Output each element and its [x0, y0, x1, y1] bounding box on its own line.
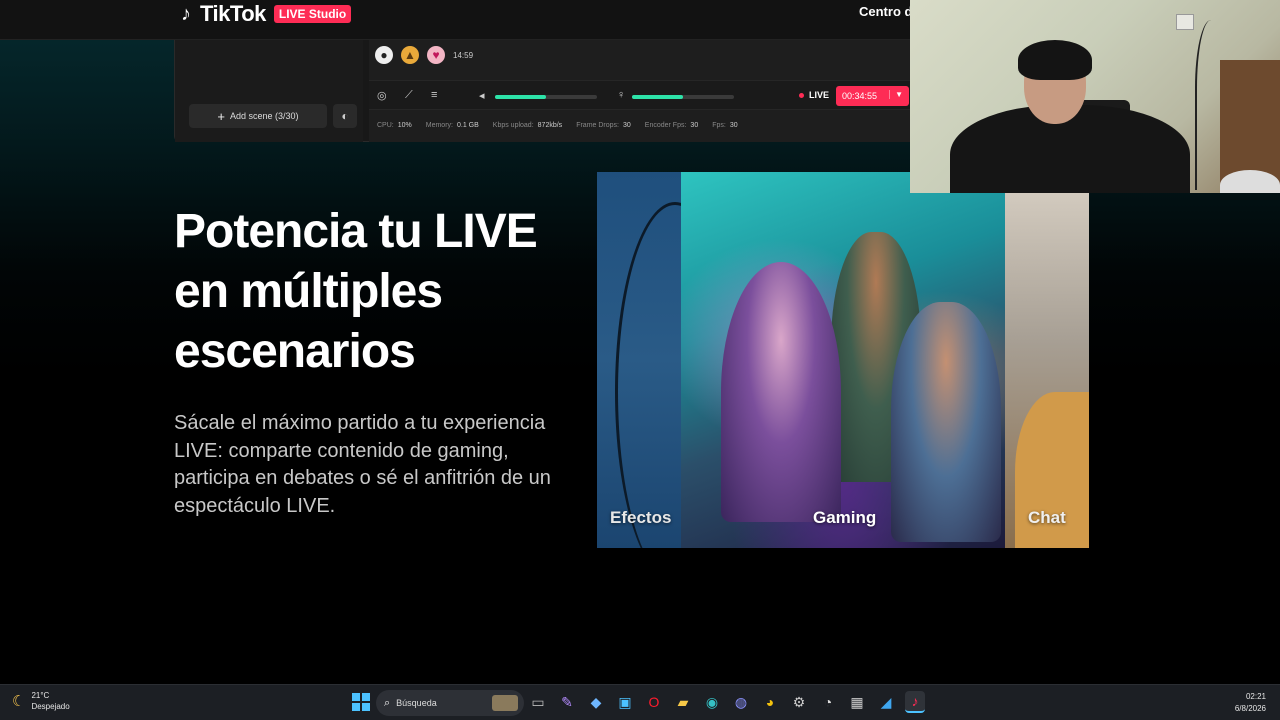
logo-text: TikTok: [200, 1, 266, 26]
taskbar-apps: ▭ ✎ ◆ ▣ O ▰ ◉ ◍ ◕ ⚙ ◔ ▦ ◢ ♪: [528, 691, 925, 713]
carousel-panel-efectos[interactable]: Efectos: [597, 172, 681, 548]
gift-icon: ♥: [427, 46, 445, 64]
hero-title-line: escenarios: [174, 325, 416, 378]
vscode-icon[interactable]: ◢: [876, 691, 896, 713]
speaker-icon[interactable]: ◂: [479, 89, 485, 102]
copilot-icon[interactable]: ◆: [586, 691, 606, 713]
logo-badge: LIVE Studio: [273, 5, 352, 23]
palette-icon[interactable]: ◐: [333, 104, 357, 128]
obs-icon[interactable]: ◔: [818, 691, 838, 713]
hero-title-line: Potencia tu LIVE: [174, 205, 538, 258]
file-explorer-icon[interactable]: ▭: [528, 691, 548, 713]
gaming-photo-person: [891, 302, 1001, 542]
clock-time: 02:21: [1245, 692, 1266, 701]
discord-icon[interactable]: ◍: [731, 691, 751, 713]
live-timer-button[interactable]: 00:34:55 ▼: [836, 86, 909, 106]
hero-description: Sácale el máximo partido a tu experienci…: [174, 412, 551, 517]
live-timer: 00:34:55: [842, 91, 878, 101]
gaming-photo-person: [721, 262, 841, 522]
calculator-icon[interactable]: ▦: [847, 691, 867, 713]
stat-frame-drops: Frame Drops: 30: [576, 122, 631, 129]
stat-cpu: CPU: 10%: [377, 122, 412, 129]
moon-icon: ☾: [12, 693, 26, 710]
record-icon[interactable]: ◎: [377, 89, 387, 102]
stats-row: CPU: 10% Memory: 0.1 GB Kbps upload: 872kb/…: [377, 122, 738, 129]
person-hair: [1018, 40, 1092, 80]
hero-title-line: en múltiples: [174, 265, 443, 318]
tiktok-live-studio-logo[interactable]: ♪ TikTok LIVE Studio: [176, 1, 352, 26]
start-button-windows-icon[interactable]: [352, 693, 370, 711]
edge-icon[interactable]: ◉: [702, 691, 722, 713]
wall-outlet: [1176, 14, 1194, 30]
system-clock[interactable]: 02:21 6/8/2026: [1235, 691, 1266, 715]
carousel-panel-chat[interactable]: Chat: [1005, 172, 1089, 548]
search-icon: ⌕: [384, 696, 391, 709]
cat-icon: ▲: [401, 46, 419, 64]
taskbar-search[interactable]: ⌕ Búsqueda: [376, 690, 524, 716]
scenario-carousel: Efectos Gaming Chat: [597, 172, 1089, 548]
studio-preview: + Add scene (3/30) ◐ ● ▲ ♥ 14:59 ◎ ⟋ ≡ ◂…: [174, 40, 915, 142]
clock-date: 6/8/2026: [1234, 704, 1266, 713]
magic-wand-icon[interactable]: ⟋: [405, 89, 413, 102]
volume-slider[interactable]: [495, 95, 597, 99]
scene-panel: + Add scene (3/30) ◐: [175, 40, 363, 142]
stat-fps: Fps: 30: [712, 122, 738, 129]
folder-icon[interactable]: ▰: [673, 691, 693, 713]
add-scene-label: Add scene (3/30): [230, 111, 299, 121]
website: ♪ TikTok LIVE Studio Centro de + Add sce…: [0, 0, 1280, 684]
stat-upload: Kbps upload: 872kb/s: [492, 122, 563, 129]
live-label: LIVE: [809, 90, 830, 100]
mic-slider[interactable]: [632, 95, 734, 99]
opera-icon[interactable]: O: [644, 691, 664, 713]
microphone-icon[interactable]: ♀: [617, 89, 625, 101]
stat-encoder-fps: Encoder Fps: 30: [644, 122, 699, 129]
mic-fill: [632, 95, 683, 99]
gift-row: ● ▲ ♥ 14:59: [375, 44, 473, 66]
plus-icon: +: [217, 108, 226, 124]
panel-label-chat: Chat: [1028, 508, 1066, 527]
add-scene-button[interactable]: + Add scene (3/30): [189, 104, 327, 128]
windows-taskbar: ☾ 21°C Despejado ⌕ Búsqueda ▭ ✎ ◆ ▣ O ▰ …: [0, 684, 1280, 720]
weather-widget[interactable]: ☾ 21°C Despejado: [12, 690, 70, 712]
chevron-down-icon[interactable]: ▼: [889, 90, 903, 99]
lamp: [1220, 170, 1280, 193]
volume-fill: [495, 95, 546, 99]
chrome-icon[interactable]: ◕: [760, 691, 780, 713]
control-bar: ◎ ⟋ ≡ ◂ ♀ LIVE 00:34:55 ▼: [369, 80, 915, 110]
panel-label-efectos: Efectos: [610, 508, 672, 527]
webcam-overlay: [910, 0, 1280, 193]
gift-time: 14:59: [453, 50, 474, 60]
carousel-panel-gaming[interactable]: Gaming: [681, 172, 1005, 548]
weather-temp: 21°C: [31, 691, 50, 700]
panda-icon: ●: [375, 46, 393, 64]
hero-title: Potencia tu LIVE en múltiples escenarios: [174, 202, 594, 382]
weather-desc: Despejado: [31, 702, 70, 711]
live-indicator-dot: [799, 93, 804, 98]
pen-icon[interactable]: ✎: [557, 691, 577, 713]
stat-memory: Memory: 0.1 GB: [425, 122, 479, 129]
tiktok-note-icon: ♪: [181, 2, 191, 25]
decorative-curve: [615, 202, 681, 548]
studio-controls: ● ▲ ♥ 14:59 ◎ ⟋ ≡ ◂ ♀ LIVE 00:34:55 ▼ CP…: [369, 40, 915, 142]
tiktok-live-icon[interactable]: ♪: [905, 691, 925, 713]
sliders-icon[interactable]: ≡: [431, 89, 437, 101]
search-highlight-image: [492, 695, 518, 711]
settings-icon[interactable]: ⚙: [789, 691, 809, 713]
panel-label-gaming: Gaming: [813, 508, 877, 527]
search-placeholder: Búsqueda: [396, 698, 437, 708]
store-icon[interactable]: ▣: [615, 691, 635, 713]
